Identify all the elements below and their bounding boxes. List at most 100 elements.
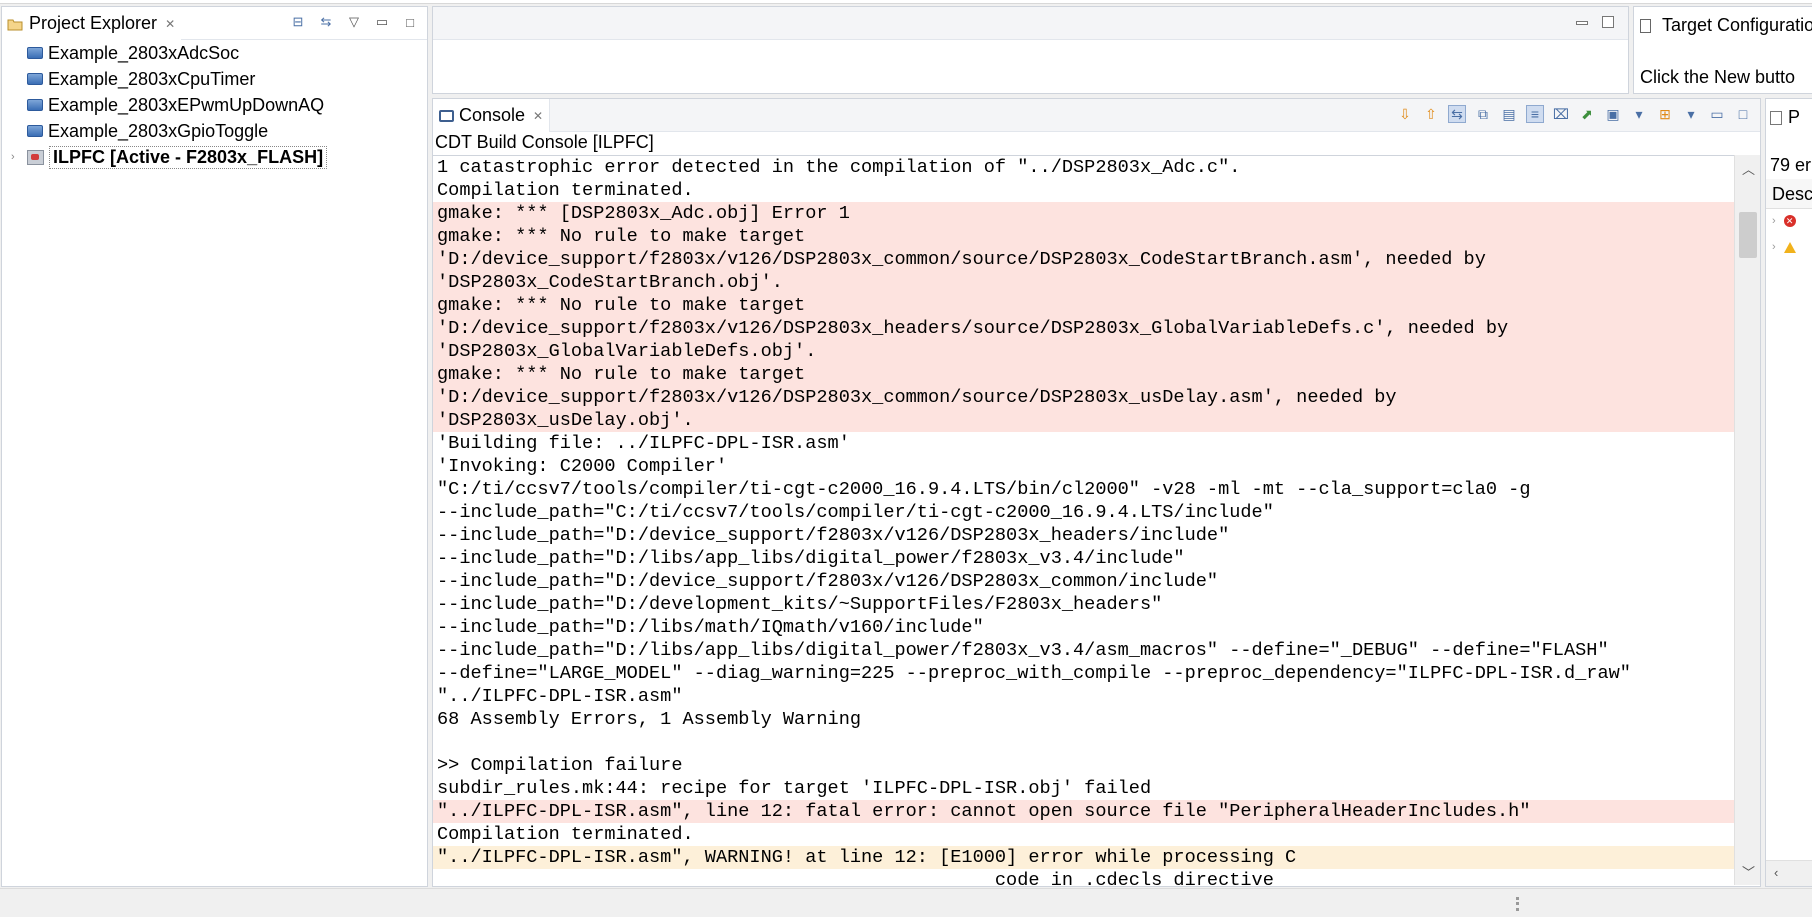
expand-arrow-icon[interactable]: ›: [1772, 241, 1776, 253]
tree-item-label: Example_2803xGpioToggle: [48, 120, 269, 141]
tree-item[interactable]: Example_2803xGpioToggle: [2, 118, 427, 144]
tree-item-label: Example_2803xEPwmUpDownAQ: [48, 94, 325, 115]
console-line: 'D:/device_support/f2803x/v126/DSP2803x_…: [433, 317, 1735, 340]
target-configurations-message: Click the New butto: [1640, 67, 1796, 87]
console-line: 'DSP2803x_CodeStartBranch.obj'.: [433, 271, 1735, 294]
tree-item[interactable]: Example_2803xCpuTimer: [2, 66, 427, 92]
close-icon[interactable]: ✕: [165, 17, 175, 31]
view-menu-icon[interactable]: ▽: [345, 13, 363, 31]
console-line: Compilation terminated.: [437, 824, 694, 845]
console-line: --include_path="C:/ti/ccsv7/tools/compil…: [437, 502, 1274, 523]
target-config-icon: [1640, 18, 1651, 33]
active-project-icon: [27, 149, 44, 165]
open-console-icon[interactable]: ⊞: [1656, 105, 1674, 123]
tree-item[interactable]: Example_2803xAdcSoc: [2, 40, 427, 66]
minimize-icon[interactable]: ▭: [1708, 105, 1726, 123]
console-line: gmake: *** No rule to make target: [433, 225, 1735, 248]
console-line: 'DSP2803x_usDelay.obj'.: [433, 409, 1735, 432]
expand-arrow-icon[interactable]: ›: [11, 151, 15, 163]
copy-build-log-icon[interactable]: ⧉: [1474, 105, 1492, 123]
console-tab[interactable]: Console ✕: [433, 99, 551, 132]
console-line: subdir_rules.mk:44: recipe for target 'I…: [437, 778, 1152, 799]
console-line: --include_path="D:/device_support/f2803x…: [437, 525, 1230, 546]
project-folder-icon: [27, 99, 43, 111]
previous-error-icon[interactable]: ⇧: [1422, 105, 1440, 123]
console-subtitle: CDT Build Console [ILPFC]: [435, 132, 654, 152]
project-explorer-tab-row: Project Explorer ✕ ⊟ ⇆ ▽ ▭ □: [2, 7, 427, 40]
problems-horizontal-scrollbar[interactable]: ‹: [1766, 860, 1812, 886]
minimize-icon[interactable]: ▭: [373, 13, 391, 31]
next-error-icon[interactable]: ⇩: [1396, 105, 1414, 123]
folder-icon: [6, 15, 24, 33]
problems-tab[interactable]: P: [1770, 107, 1800, 128]
pin-console-icon[interactable]: ⬈: [1578, 105, 1596, 123]
remove-console-icon[interactable]: ⌧: [1552, 105, 1570, 123]
status-bar: [0, 888, 1812, 917]
console-vertical-scrollbar[interactable]: ︿ ﹀: [1734, 155, 1760, 885]
maximize-icon[interactable]: [1602, 16, 1614, 28]
project-explorer-title: Project Explorer: [29, 13, 158, 33]
console-line: --include_path="D:/libs/math/IQmath/v160…: [437, 617, 984, 638]
window-top-strip: [0, 0, 1812, 4]
project-folder-icon: [27, 125, 43, 137]
console-line: --include_path="D:/device_support/f2803x…: [437, 571, 1219, 592]
console-line: --define="LARGE_MODEL" --diag_warning=22…: [437, 663, 1631, 684]
problems-count: 79 er: [1770, 155, 1812, 175]
project-folder-icon: [27, 47, 43, 59]
target-configurations-tab[interactable]: Target Configuratio: [1640, 15, 1812, 36]
console-title: Console: [459, 105, 526, 125]
console-line: 'Invoking: C2000 Compiler': [437, 456, 728, 477]
console-icon: [439, 109, 454, 122]
console-line: 68 Assembly Errors, 1 Assembly Warning: [437, 709, 862, 730]
expand-arrow-icon[interactable]: ›: [1772, 215, 1776, 227]
tree-item[interactable]: Example_2803xEPwmUpDownAQ: [2, 92, 427, 118]
tree-item-active-project[interactable]: › ILPFC [Active - F2803x_FLASH]: [2, 144, 427, 170]
tree-item-label: ILPFC [Active - F2803x_FLASH]: [49, 145, 328, 169]
status-bar-grip[interactable]: [1516, 897, 1519, 911]
collapse-all-icon[interactable]: ⊟: [289, 13, 307, 31]
console-line: "C:/ti/ccsv7/tools/compiler/ti-cgt-c2000…: [437, 479, 1531, 500]
problems-view: P 79 er Desc › ✕ › ‹: [1765, 98, 1812, 887]
console-line: code in .cdecls directive: [437, 870, 1274, 885]
scroll-left-icon[interactable]: ‹: [1774, 865, 1778, 880]
project-explorer-view: Project Explorer ✕ ⊟ ⇆ ▽ ▭ □ Example_280…: [1, 6, 428, 887]
console-line: gmake: *** No rule to make target: [433, 294, 1735, 317]
link-console-icon[interactable]: ⇆: [1448, 105, 1466, 123]
display-console-dropdown-icon[interactable]: ▾: [1630, 105, 1648, 123]
maximize-icon[interactable]: □: [401, 13, 419, 31]
display-console-icon[interactable]: ▣: [1604, 105, 1622, 123]
minimize-icon[interactable]: [1576, 21, 1588, 25]
warning-icon: [1783, 241, 1796, 253]
target-configurations-title: Target Configuratio: [1662, 15, 1812, 35]
problems-errors-row[interactable]: › ✕: [1772, 215, 1796, 227]
clear-console-icon[interactable]: ▤: [1500, 105, 1518, 123]
console-line: --include_path="D:/libs/app_libs/digital…: [437, 640, 1609, 661]
open-console-dropdown-icon[interactable]: ▾: [1682, 105, 1700, 123]
console-line: gmake: *** [DSP2803x_Adc.obj] Error 1: [433, 202, 1735, 225]
project-explorer-toolbar: ⊟ ⇆ ▽ ▭ □: [289, 13, 419, 31]
scrollbar-thumb[interactable]: [1739, 212, 1757, 258]
console-line: Compilation terminated.: [437, 180, 694, 201]
problems-title: P: [1788, 107, 1801, 127]
console-tab-row: Console ✕ ⇩ ⇧ ⇆ ⧉ ▤ ≡ ⌧ ⬈ ▣ ▾ ⊞ ▾ ▭ □: [433, 99, 1760, 132]
problems-warnings-row[interactable]: ›: [1772, 241, 1796, 253]
close-icon[interactable]: ✕: [533, 109, 543, 123]
problems-description-column[interactable]: Desc: [1766, 179, 1812, 209]
console-view: Console ✕ ⇩ ⇧ ⇆ ⧉ ▤ ≡ ⌧ ⬈ ▣ ▾ ⊞ ▾ ▭ □ CD…: [432, 98, 1761, 887]
editor-area: [432, 6, 1629, 94]
link-with-editor-icon[interactable]: ⇆: [317, 13, 335, 31]
project-folder-icon: [27, 73, 43, 85]
problems-icon: [1770, 110, 1782, 125]
tree-item-label: Example_2803xCpuTimer: [48, 68, 256, 89]
target-configurations-view: Target Configuratio Click the New butto: [1633, 6, 1812, 94]
console-output[interactable]: 1 catastrophic error detected in the com…: [433, 155, 1735, 885]
scroll-lock-icon[interactable]: ≡: [1526, 105, 1544, 123]
console-line: 'Building file: ../ILPFC-DPL-ISR.asm': [437, 433, 850, 454]
scroll-up-icon[interactable]: ︿: [1742, 159, 1755, 178]
scroll-down-icon[interactable]: ﹀: [1742, 862, 1755, 881]
maximize-icon[interactable]: □: [1734, 105, 1752, 123]
editor-window-controls: [1576, 16, 1614, 28]
project-tree: Example_2803xAdcSoc Example_2803xCpuTime…: [2, 40, 427, 170]
project-explorer-tab[interactable]: Project Explorer ✕: [2, 7, 182, 40]
